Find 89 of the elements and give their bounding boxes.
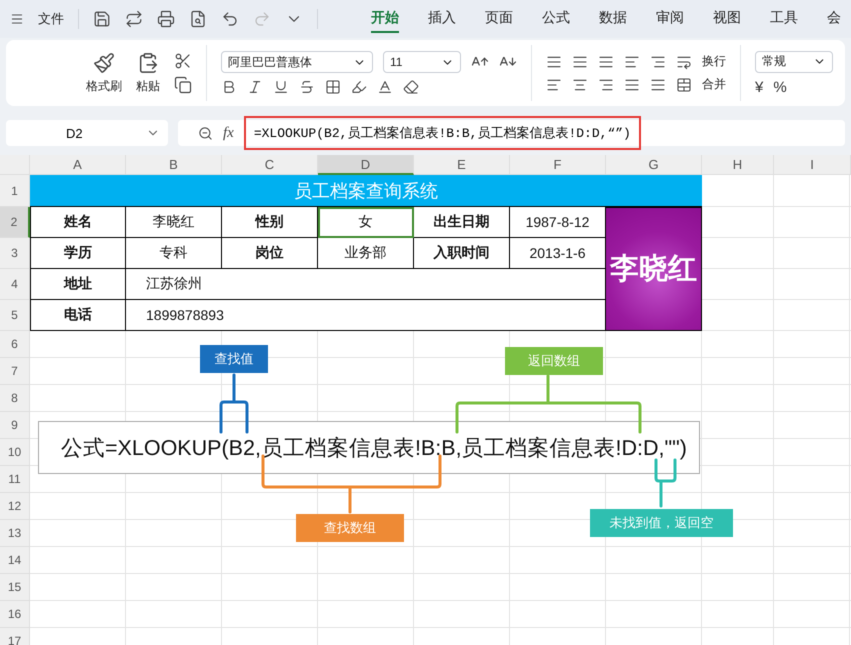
currency-button[interactable]: ¥ [755,78,764,96]
wrap-text-label[interactable]: 换行 [702,53,726,70]
italic-icon[interactable] [247,79,263,95]
field-label: 姓名 [30,207,126,238]
row-header[interactable]: 10 [0,439,30,466]
field-label: 地址 [30,269,126,300]
paste-button[interactable]: 粘贴 [136,52,160,94]
file-menu[interactable]: 文件 [38,10,64,28]
column-header[interactable]: D [318,155,414,175]
row-header[interactable]: 12 [0,493,30,520]
photo-name: 李晓红 [606,207,702,331]
row-header[interactable]: 14 [0,547,30,574]
paintbrush-icon[interactable] [93,52,115,74]
eraser-icon[interactable] [403,79,419,95]
field-label: 学历 [30,238,126,269]
field-value: 李晓红 [126,207,222,238]
field-label: 出生日期 [414,207,510,238]
callout-label: 返回数组 [505,347,603,375]
formula-text: 公式=XLOOKUP(B2,员工档案信息表!B:B,员工档案信息表!D:D,"") [38,421,700,474]
row-header[interactable]: 7 [0,358,30,385]
callout-label: 未找到值，返回空 [590,509,733,537]
print-icon[interactable] [157,10,175,28]
clipboard-icon[interactable] [137,52,159,74]
ribbon-tab[interactable]: 开始 [371,5,399,33]
row-header[interactable]: 3 [0,238,30,269]
format-painter-button[interactable]: 格式刷 [86,52,122,94]
copy-icon[interactable] [174,76,192,94]
ribbon-tab[interactable]: 插入 [428,5,456,33]
font-name-select[interactable]: 阿里巴巴普惠体 [221,51,373,73]
merge-label[interactable]: 合并 [702,76,726,93]
row-header[interactable]: 1 [0,175,30,207]
column-header[interactable]: E [414,155,510,175]
column-header[interactable]: B [126,155,222,175]
field-label: 岗位 [222,238,318,269]
column-header[interactable]: I [774,155,851,175]
field-label: 入职时间 [414,238,510,269]
column-header[interactable]: A [30,155,126,175]
ribbon-tab[interactable]: 审阅 [656,5,684,33]
row-header[interactable]: 13 [0,520,30,547]
fx-button[interactable]: fx [223,124,234,142]
row-header[interactable]: 11 [0,466,30,493]
row-header[interactable]: 9 [0,412,30,439]
menu-icon[interactable] [10,12,24,26]
print-preview-icon[interactable] [189,10,207,28]
name-box[interactable]: D2 [6,120,168,146]
field-value: 女 [318,207,414,238]
row-header[interactable]: 8 [0,385,30,412]
column-header[interactable]: F [510,155,606,175]
ribbon-tab[interactable]: 公式 [542,5,570,33]
sheet-title: 员工档案查询系统 [30,175,702,207]
font-color-icon[interactable] [377,79,393,95]
row-header[interactable]: 15 [0,574,30,601]
field-label: 电话 [30,300,126,331]
cut-icon[interactable] [174,52,192,70]
column-header[interactable]: G [606,155,702,175]
row-header[interactable]: 6 [0,331,30,358]
ribbon-tab[interactable]: 数据 [599,5,627,33]
row-header[interactable]: 17 [0,628,30,645]
border-icon[interactable] [325,79,341,95]
callout-label: 查找数组 [296,514,404,542]
field-label: 性别 [222,207,318,238]
field-value: 2013-1-6 [510,238,606,269]
row-header[interactable]: 16 [0,601,30,628]
ribbon-tab[interactable]: 会 [827,5,841,33]
field-value: 专科 [126,238,222,269]
field-value: 江苏徐州 [126,269,606,300]
formula-field[interactable]: =XLOOKUP(B2,员工档案信息表!B:B,员工档案信息表!D:D,“”) [244,116,641,150]
callout-label: 查找值 [200,345,268,373]
ribbon-tab[interactable]: 工具 [770,5,798,33]
row-header[interactable]: 2 [0,207,30,238]
ribbon-tab[interactable]: 页面 [485,5,513,33]
field-value: 业务部 [318,238,414,269]
font-size-select[interactable]: 11 [383,51,461,73]
percent-button[interactable]: % [773,78,787,96]
row-header[interactable]: 4 [0,269,30,300]
merge-icon[interactable] [676,76,692,92]
number-format-select[interactable]: 常规 [755,50,833,72]
column-header[interactable]: C [222,155,318,175]
strikethrough-icon[interactable] [299,79,315,95]
field-value: 1899878893 [126,300,606,331]
zoom-icon[interactable] [198,126,213,140]
underline-icon[interactable] [273,79,289,95]
row-header[interactable]: 5 [0,300,30,331]
field-value: 1987-8-12 [510,207,606,238]
column-header[interactable]: H [702,155,774,175]
undo-icon[interactable] [221,10,239,28]
ribbon-tab[interactable]: 视图 [713,5,741,33]
fill-color-icon[interactable] [351,79,367,95]
save-icon[interactable] [93,10,111,28]
